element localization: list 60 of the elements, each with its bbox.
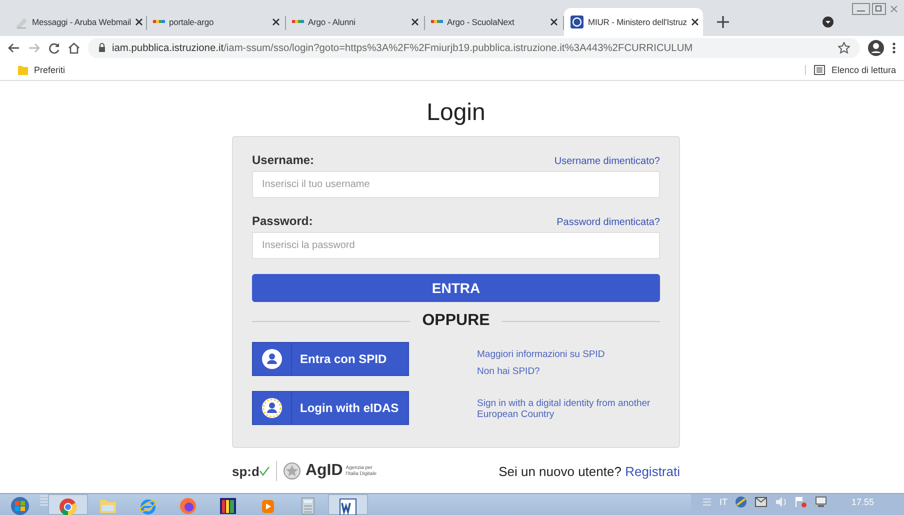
field-label: Password: (252, 214, 313, 228)
grip-icon (703, 496, 712, 506)
list-icon (814, 65, 826, 75)
forgot-link[interactable]: Password dimenticata? (556, 217, 660, 228)
field-label: Username: (252, 153, 314, 167)
close-icon[interactable] (690, 18, 699, 26)
close-icon[interactable] (411, 18, 419, 26)
start-icon[interactable] (11, 497, 29, 515)
info-link[interactable]: Sign in with a digital identity from another European Country (477, 398, 657, 420)
lock-icon (98, 43, 106, 53)
emblem-icon (283, 462, 302, 480)
flag-icon[interactable] (795, 496, 808, 508)
address-bar[interactable]: iam.pubblica.istruzione.it/iam-ssum/sso/login?goto=https%3A%2F%2Fmiurjb19.pubblica.istruzione.it%3A443%2FCURRICULUM (88, 38, 860, 58)
spid-logo: sp:d (232, 464, 260, 478)
page-title: Login (426, 99, 486, 127)
folder-icon (18, 64, 28, 76)
reading-list-button[interactable]: Elenco di lettura (805, 65, 896, 75)
close-icon[interactable] (135, 18, 144, 26)
check-icon (259, 466, 270, 476)
forgot-link[interactable]: Username dimenticato? (554, 156, 660, 167)
chrome-icon[interactable] (59, 498, 77, 515)
agid-logo: AgID (305, 462, 343, 480)
play-icon[interactable] (259, 497, 277, 515)
bookmark-folder[interactable]: Preferiti (18, 64, 66, 76)
browser-tab[interactable]: MIUR - Ministero dell'Istruz (564, 8, 703, 36)
mail-icon[interactable] (755, 496, 768, 508)
profile-icon[interactable] (868, 40, 884, 56)
restore-icon[interactable] (872, 3, 886, 15)
star-icon[interactable] (838, 42, 850, 54)
envelope-icon (14, 15, 28, 29)
provider-button[interactable]: Login with eIDAS (252, 391, 409, 425)
browser-tab[interactable]: Messaggi - Aruba Webmail (8, 8, 147, 36)
close-icon[interactable] (550, 18, 558, 26)
new-tab-icon[interactable] (717, 16, 729, 28)
browser-tab[interactable]: Argo - Alunni (286, 8, 425, 36)
home-icon[interactable] (68, 42, 80, 54)
info-link[interactable]: Maggiori informazioni su SPID (477, 349, 657, 360)
browser-tab[interactable]: Argo - ScuolaNext (425, 8, 564, 36)
user-stars-icon (262, 398, 282, 418)
emblem-icon (570, 15, 584, 29)
url-text: iam.pubblica.istruzione.it/iam-ssum/sso/login?goto=https%3A%2F%2Fmiurjb19.pubblica.istruzione.it%3A443%2FCURRICULUM (112, 42, 693, 54)
dropdown-icon[interactable] (822, 16, 834, 28)
info-link[interactable]: Non hai SPID? (477, 366, 657, 377)
close-icon[interactable] (272, 18, 280, 26)
register-link[interactable]: Registrati (625, 464, 680, 478)
minimize-icon[interactable] (852, 3, 870, 15)
back-icon[interactable] (8, 42, 20, 54)
monitor-icon[interactable] (815, 496, 828, 508)
user-icon (262, 349, 282, 369)
username-field[interactable]: Inserisci il tuo username (252, 171, 660, 198)
provider-button[interactable]: Entra con SPID (252, 342, 409, 376)
grip-icon (40, 494, 48, 506)
divider-label: OPPURE (422, 312, 490, 330)
login-button[interactable]: ENTRA (252, 274, 660, 302)
word-icon[interactable] (339, 498, 357, 515)
menu-icon[interactable] (892, 42, 896, 54)
password-field[interactable]: Inserisci la password (252, 232, 660, 259)
signup-prompt: Sei un nuovo utente? (498, 464, 622, 478)
browser-tab[interactable]: portale-argo (147, 8, 286, 36)
reload-icon[interactable] (48, 42, 60, 54)
